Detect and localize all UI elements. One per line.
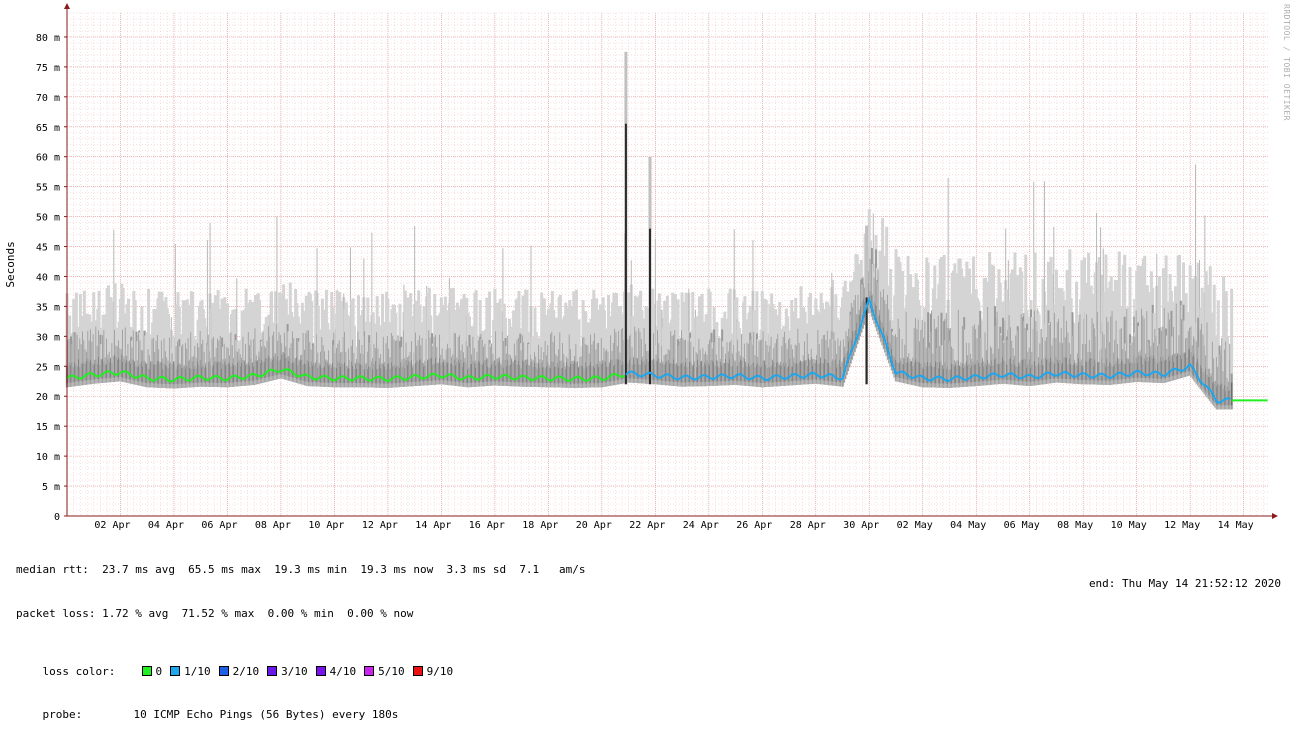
x-tick-label: 08 May	[1057, 520, 1093, 531]
x-tick-label: 02 May	[897, 520, 933, 531]
loss-swatch-0	[141, 665, 152, 676]
loss-swatch-label: 9/10	[426, 664, 454, 678]
y-tick-label: 70 m	[36, 93, 60, 104]
x-tick-label: 04 Apr	[148, 520, 184, 531]
x-tick-label: 14 May	[1218, 520, 1254, 531]
median-rtt-stats: median rtt: 23.7 ms avg 65.5 ms max 19.3…	[16, 563, 586, 576]
x-tick-label: 10 Apr	[308, 520, 344, 531]
y-tick-label: 60 m	[36, 153, 60, 164]
y-tick-label: 50 m	[36, 213, 60, 224]
loss-swatch-6	[412, 665, 423, 676]
x-tick-label: 02 Apr	[94, 520, 130, 531]
loss-swatch-4	[315, 665, 326, 676]
loss-swatch-label: 1/10	[184, 664, 211, 678]
y-tick-label: 75 m	[36, 63, 60, 74]
y-axis-arrow	[64, 3, 70, 9]
y-tick-label: 20 m	[36, 392, 60, 403]
loss-swatch-label: 0	[155, 664, 163, 678]
x-tick-label: 18 Apr	[522, 520, 558, 531]
loss-swatch-label: 2/10	[232, 664, 260, 678]
x-tick-label: 22 Apr	[629, 520, 665, 531]
y-tick-label: 45 m	[36, 243, 60, 254]
x-tick-label: 16 Apr	[469, 520, 505, 531]
y-tick-label: 55 m	[36, 183, 60, 194]
x-axis-arrow	[1272, 513, 1278, 519]
x-tick-label: 10 May	[1111, 520, 1147, 531]
x-tick-label: 08 Apr	[255, 520, 291, 531]
x-tick-label: 26 Apr	[736, 520, 772, 531]
y-axis-label: Seconds	[4, 241, 17, 287]
x-tick-label: 12 May	[1164, 520, 1200, 531]
loss-swatch-label: 5/10	[378, 664, 405, 678]
loss-swatch-label: 4/10	[329, 664, 357, 678]
packet-loss-stats: packet loss: 1.72 % avg 71.52 % max 0.00…	[16, 606, 414, 620]
loss-swatch-2	[218, 665, 229, 676]
x-tick-label: 06 Apr	[201, 520, 237, 531]
probe-text: 10 ICMP Echo Pings (56 Bytes) every 180s	[133, 708, 399, 721]
rrdtool-watermark: RRDTOOL / TOBI OETIKER	[1282, 4, 1291, 121]
y-tick-label: 30 m	[36, 332, 60, 343]
x-tick-label: 28 Apr	[790, 520, 826, 531]
chart-area: 0 5 m 10 m 15 m 20 m 25 m 30 m 35 m 40 m 45 m 50 m…	[0, 0, 1297, 597]
x-tick-label: 06 May	[1004, 520, 1040, 531]
loss-swatch-label: 3/10	[281, 664, 308, 678]
y-tick-label: 80 m	[36, 33, 60, 44]
legend-block: median rtt: 23.7 ms avg 65.5 ms max 19.3…	[16, 534, 586, 723]
y-tick-label: 5 m	[42, 482, 60, 493]
rtt-chart: 0 5 m 10 m 15 m 20 m 25 m 30 m 35 m 40 m 45 m 50 m…	[4, 3, 1278, 531]
x-tick-label: 24 Apr	[683, 520, 719, 531]
probe-label: probe:	[42, 708, 83, 721]
loss-color-label: loss color:	[42, 664, 116, 678]
x-tick-label: 14 Apr	[415, 520, 451, 531]
y-tick-label: 65 m	[36, 123, 60, 134]
y-tick-label: 25 m	[36, 362, 60, 373]
x-tick-label: 04 May	[950, 520, 986, 531]
y-tick-label: 15 m	[36, 422, 60, 433]
loss-color-legend: loss color: 0 1/10 2/10 3/10 4/10 5/10 9/10	[16, 650, 586, 678]
x-tick-label: 12 Apr	[362, 520, 398, 531]
probe-row: probe: 10 ICMP Echo Pings (56 Bytes) ever…	[16, 694, 586, 721]
x-tick-label: 20 Apr	[576, 520, 612, 531]
loss-swatch-5	[364, 665, 375, 676]
y-tick-label: 40 m	[36, 272, 60, 283]
end-timestamp: end: Thu May 14 21:52:12 2020	[1088, 577, 1281, 590]
y-tick-label: 10 m	[36, 452, 60, 463]
y-tick-label: 0	[54, 512, 60, 523]
loss-swatch-3	[267, 665, 278, 676]
x-tick-label: 30 Apr	[843, 520, 879, 531]
y-tick-label: 35 m	[36, 302, 60, 313]
loss-swatch-1	[170, 665, 181, 676]
